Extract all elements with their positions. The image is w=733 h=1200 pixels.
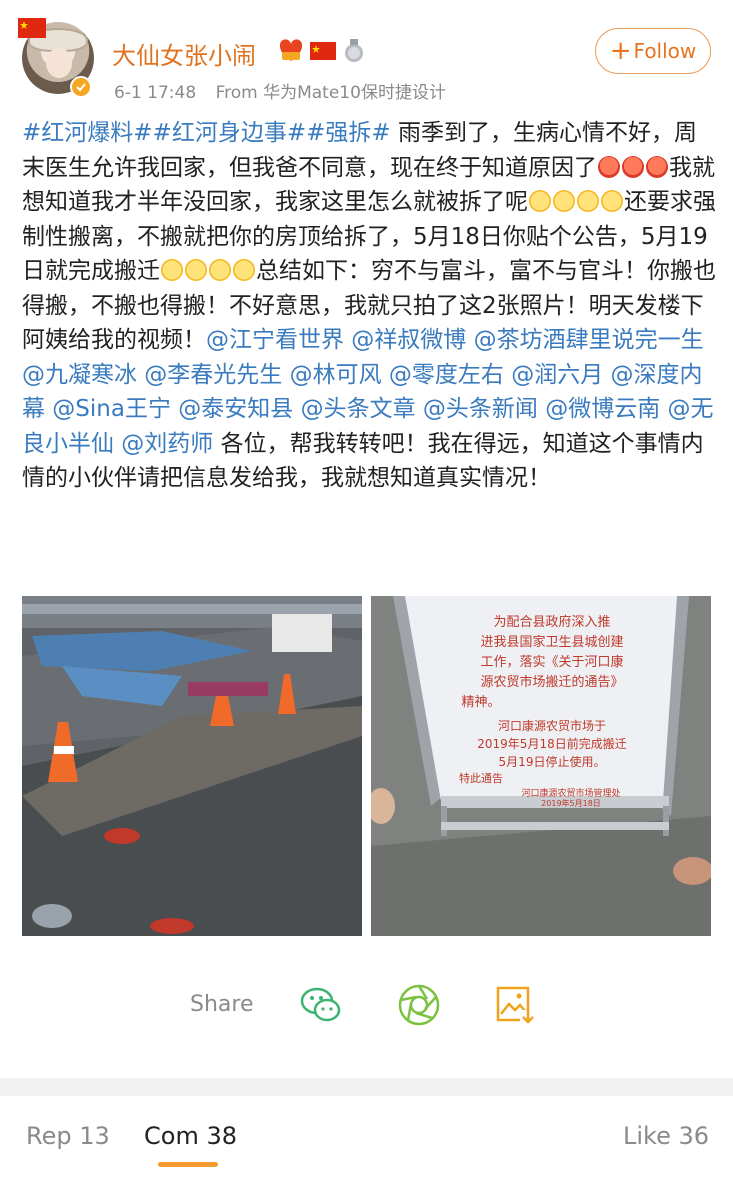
plus-icon: + [609,36,632,66]
post-timestamp: 6-1 17:48 [114,83,197,103]
svg-text:特此通告: 特此通告 [459,771,503,785]
share-label: Share [190,992,254,1017]
angry-emoji-icon [622,155,644,178]
active-tab-indicator [158,1162,218,1167]
svg-text:河口康源农贸市场于: 河口康源农贸市场于 [498,718,606,733]
post-photo-2[interactable]: 为配合县政府深入推 进我县国家卫生县城创建 工作，落实《关于河口康 源农贸市场搬… [371,596,711,936]
sweat-smile-emoji-icon [577,190,599,212]
interaction-tabs: Rep 13 Com 38 Like 36 [0,1096,733,1200]
sweat-smile-emoji-icon [601,190,623,212]
china-flag-icon [310,42,336,60]
share-row: Share [0,976,733,1036]
post-header: 大仙女张小闹 6-1 17:48 From 华为Mate10保时捷设计 + Fo… [0,0,733,110]
section-divider [0,1078,733,1096]
save-image-icon[interactable] [492,982,538,1028]
svg-text:2019年5月18日前完成搬迁: 2019年5月18日前完成搬迁 [477,736,626,751]
svg-text:河口康源农贸市场管理处: 河口康源农贸市场管理处 [521,787,620,799]
post-photo-1[interactable] [22,596,362,936]
china-flag-icon [18,18,46,38]
tab-likes[interactable]: Like 36 [623,1122,709,1150]
badge-row [278,38,366,64]
svg-text:精神。: 精神。 [461,695,500,710]
medal-icon [345,39,363,62]
post-meta: 6-1 17:48 From 华为Mate10保时捷设计 [114,78,460,103]
angry-emoji-icon [646,155,668,178]
tab-reposts[interactable]: Rep 13 [26,1122,110,1150]
follow-label: Follow [633,39,697,63]
wechat-icon[interactable] [298,982,344,1028]
photo-grid: 为配合县政府深入推 进我县国家卫生县城创建 工作，落实《关于河口康 源农贸市场搬… [22,596,711,936]
sweat-smile-emoji-icon [529,190,551,212]
author-name[interactable]: 大仙女张小闹 [112,36,256,71]
svg-text:为配合县政府深入推: 为配合县政府深入推 [493,615,610,630]
verified-icon [70,76,92,98]
post-source: From 华为Mate10保时捷设计 [215,83,446,103]
sweat-smile-emoji-icon [161,259,183,281]
sweat-smile-emoji-icon [209,259,231,281]
follow-button[interactable]: + Follow [595,28,711,74]
moments-icon[interactable] [396,982,442,1028]
sweat-smile-emoji-icon [553,190,575,212]
tab-comments[interactable]: Com 38 [144,1122,237,1150]
vip-icon [279,39,303,61]
svg-text:工作，落实《关于河口康: 工作，落实《关于河口康 [480,654,623,670]
svg-text:源农贸市场搬迁的通告》: 源农贸市场搬迁的通告》 [480,674,623,690]
topic-links[interactable]: #红河爆料##红河身边事##强拆# [22,120,391,146]
svg-text:5月19日停止使用。: 5月19日停止使用。 [499,754,606,769]
sweat-smile-emoji-icon [185,259,207,281]
svg-text:2019年5月18日: 2019年5月18日 [541,798,601,808]
post-text: #红河爆料##红河身边事##强拆# 雨季到了，生病心情不好，周末医生允许我回家，… [22,116,717,496]
sweat-smile-emoji-icon [233,259,255,281]
angry-emoji-icon [598,155,620,178]
svg-text:进我县国家卫生县城创建: 进我县国家卫生县城创建 [480,634,623,650]
